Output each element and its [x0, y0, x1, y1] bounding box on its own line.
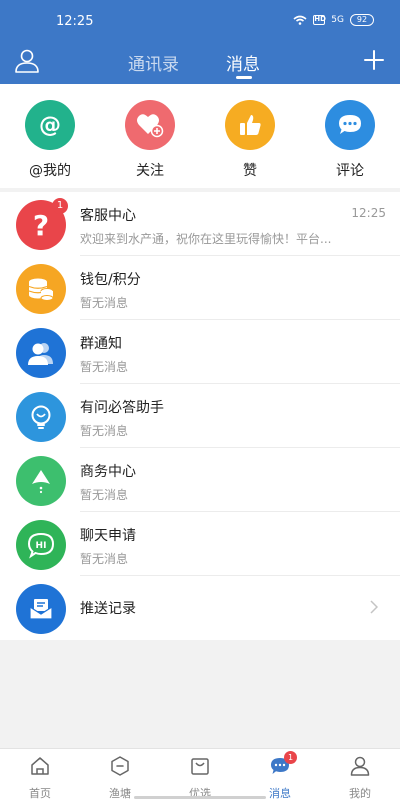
message-preview: 暂无消息 [80, 552, 129, 566]
quick-actions: @ @我的 关注 赞 评论 [0, 84, 400, 188]
message-title: 有问必答助手 [80, 400, 164, 416]
home-icon [31, 757, 49, 775]
bottom-nav-home[interactable]: 首页 [10, 755, 70, 800]
bottom-nav: 首页 渔塘 优选 1 消息 我的 [0, 748, 400, 800]
svg-text:?: ? [33, 210, 49, 240]
list-item-wallet[interactable]: 钱包/积分 暂无消息 [0, 256, 400, 320]
lightbulb-icon [16, 392, 66, 442]
message-preview: 欢迎来到水产通，祝你在这里玩得愉快！平台... [80, 232, 332, 246]
hi-bubble-icon: HI [16, 520, 66, 570]
top-nav: 通讯录 消息 [0, 42, 400, 84]
tab-messages[interactable]: 消息 [226, 50, 260, 75]
person-icon [350, 756, 370, 776]
bottom-nav-messages[interactable]: 1 消息 [250, 751, 310, 800]
message-preview: 暂无消息 [80, 296, 129, 310]
envelope-icon [16, 584, 66, 634]
list-item-business-center[interactable]: 商务中心 暂无消息 [0, 448, 400, 512]
pond-icon [111, 756, 129, 776]
unread-badge: 1 [284, 751, 297, 764]
bottom-nav-mine[interactable]: 我的 [330, 755, 390, 800]
wifi-icon [293, 15, 307, 25]
list-item-group-notice[interactable]: 群通知 暂无消息 [0, 320, 400, 384]
home-indicator [134, 796, 266, 799]
comment-bubble-icon [325, 100, 375, 150]
quick-action-label: @我的 [29, 163, 71, 179]
battery-icon: 92 [350, 14, 374, 26]
thumbs-up-icon [225, 100, 275, 150]
message-title: 客服中心 [80, 208, 136, 224]
message-preview: 暂无消息 [80, 424, 129, 438]
group-icon [16, 328, 66, 378]
bottom-nav-selected[interactable]: 优选 [170, 755, 230, 800]
svg-text:@: @ [39, 113, 61, 138]
quick-action-label: 评论 [336, 163, 364, 179]
message-title: 推送记录 [80, 601, 136, 617]
message-title: 聊天申请 [80, 528, 136, 544]
message-preview: 暂无消息 [80, 360, 129, 374]
tab-contacts[interactable]: 通讯录 [128, 50, 179, 75]
message-preview: 暂无消息 [80, 488, 129, 502]
app-header: 12:25 HD 5G 92 通讯录 消息 [0, 0, 400, 84]
bottom-nav-label: 我的 [349, 787, 371, 800]
quick-action-like[interactable]: 赞 [215, 100, 285, 180]
message-title: 群通知 [80, 336, 122, 352]
list-item-customer-service[interactable]: ? 1 客服中心 12:25 欢迎来到水产通，祝你在这里玩得愉快！平台... [0, 192, 400, 256]
add-icon[interactable] [362, 48, 386, 72]
shopping-bag-icon [191, 758, 209, 775]
chevron-right-icon [370, 600, 378, 614]
bottom-nav-label: 首页 [29, 787, 51, 800]
message-title: 商务中心 [80, 464, 136, 480]
message-title: 钱包/积分 [80, 272, 141, 288]
message-list: ? 1 客服中心 12:25 欢迎来到水产通，祝你在这里玩得愉快！平台... 钱… [0, 192, 400, 640]
status-bar: 12:25 HD 5G 92 [0, 0, 400, 42]
heart-plus-icon [125, 100, 175, 150]
coins-icon [16, 264, 66, 314]
quick-action-label: 赞 [243, 163, 257, 179]
quick-action-comment[interactable]: 评论 [315, 100, 385, 180]
active-tab-indicator [236, 76, 252, 79]
unread-badge: 1 [52, 198, 68, 214]
message-time: 12:25 [351, 206, 386, 220]
hd-icon: HD [313, 15, 326, 25]
user-profile-icon[interactable] [14, 48, 40, 74]
bottom-nav-pond[interactable]: 渔塘 [90, 755, 150, 800]
list-item-chat-request[interactable]: HI 聊天申请 暂无消息 [0, 512, 400, 576]
signal-icon: 5G [331, 15, 344, 25]
list-item-qa-assistant[interactable]: 有问必答助手 暂无消息 [0, 384, 400, 448]
status-icons: HD 5G 92 [293, 14, 374, 26]
status-time: 12:25 [56, 14, 94, 29]
quick-action-follow[interactable]: 关注 [115, 100, 185, 180]
quick-action-label: 关注 [136, 163, 164, 179]
svg-text:HI: HI [36, 541, 47, 551]
list-item-push-records[interactable]: 推送记录 [0, 576, 400, 640]
arrow-up-icon [16, 456, 66, 506]
quick-action-at-me[interactable]: @ @我的 [15, 100, 85, 180]
at-icon: @ [25, 100, 75, 150]
